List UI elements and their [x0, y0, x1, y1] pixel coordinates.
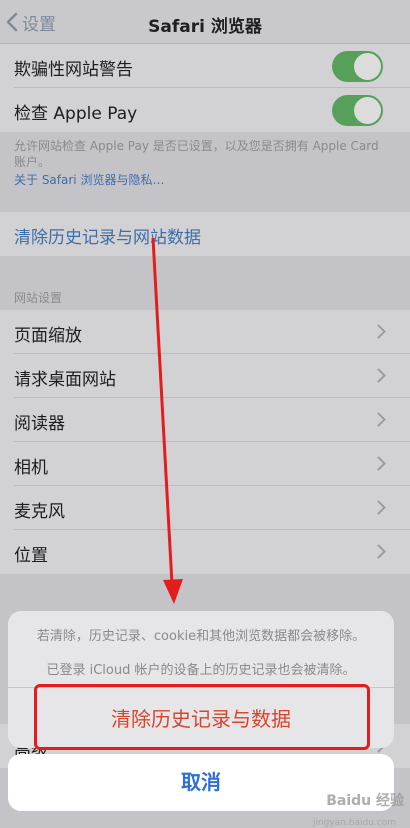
- watermark-url: jingyan.baidu.com: [312, 818, 396, 828]
- watermark-logo: Baidu 经验: [326, 793, 404, 809]
- annotation-arrow-icon: [151, 237, 183, 604]
